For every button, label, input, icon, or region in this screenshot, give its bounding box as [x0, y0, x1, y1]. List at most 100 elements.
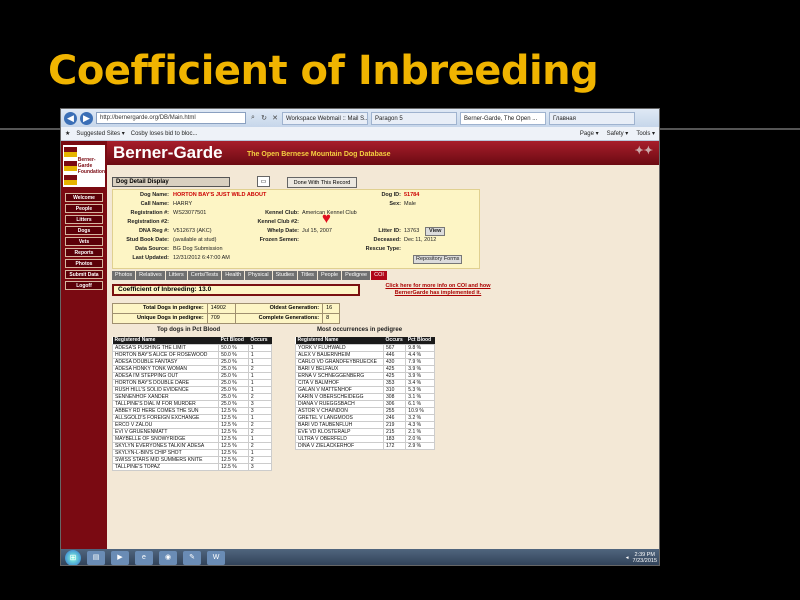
slide-title: Coefficient of Inbreeding [48, 48, 599, 94]
table-row: YORK V FLUHWALD 567 9.8 % [294, 344, 435, 352]
pdf-icon[interactable]: ✎ [183, 551, 201, 565]
favorite-link[interactable]: Cosby loses bid to bloc... [131, 131, 198, 137]
search-icon[interactable]: ⌕ [249, 114, 257, 122]
data-source-value: BG Dog Submission [173, 246, 223, 252]
dog-id-value: 51784 [404, 192, 420, 198]
coi-box: Coefficient of Inbreeding: 13.0 [112, 284, 360, 296]
table-row: ADESA HONKY TONK WOMAN 25.0 % 2 [111, 365, 273, 373]
site-header: Berner-Garde The Open Bernese Mountain D… [107, 141, 659, 165]
tab-litters[interactable]: Litters [165, 271, 187, 280]
clock[interactable]: 2:39 PM 7/23/2015 [633, 552, 657, 564]
top-dogs-table: Registered Name Pct Blood Occurs ADESA'S… [111, 337, 273, 471]
table-row: ASTOR V CHAINDON 255 10.9 % [294, 407, 435, 415]
coi-info-link[interactable]: Click here for more info on COI and how … [373, 283, 503, 297]
call-name-value: HARRY [173, 201, 193, 207]
tab-studies[interactable]: Studies [272, 271, 297, 280]
nav-welcome[interactable]: Welcome [65, 193, 103, 202]
back-arrow-icon[interactable]: ◀ [64, 111, 77, 125]
browser-tab-2[interactable]: Paragon 5 [371, 111, 457, 125]
favorite-suggested-sites[interactable]: Suggested Sites ▾ [76, 130, 124, 137]
nav-logoff[interactable]: Logoff [65, 281, 103, 290]
app-icon[interactable]: ◉ [159, 551, 177, 565]
tab-health[interactable]: Health [222, 271, 245, 280]
site-brand: Berner-Garde [113, 143, 223, 162]
nav-dogs[interactable]: Dogs [65, 226, 103, 235]
media-player-icon[interactable]: ▶ [111, 551, 129, 565]
table-row: MAYBELLE OF SNOWYRIDGE 12.5 % 1 [111, 435, 273, 443]
table-row: TALLPINE'S DIAL M FOR MURDER 25.0 % 3 [111, 400, 273, 408]
table-row: GALAN V MATTENHOF 310 5.3 % [294, 386, 435, 394]
tools-menu[interactable]: Tools ▾ [636, 130, 655, 137]
refresh-icon[interactable]: ↻ [260, 114, 268, 122]
done-with-record-button[interactable]: Done With This Record [287, 177, 357, 188]
web-page: Berner- Garde Foundation Welcome People … [61, 141, 659, 549]
volume-icon[interactable]: ◂ [626, 555, 629, 561]
table-row: ADESA I'M STEPPING OUT 25.0 % 1 [111, 372, 273, 380]
tab-titles[interactable]: Titles [298, 271, 317, 280]
dna-value: V512673 (AKC) [173, 228, 212, 234]
table-row: ALEX V BAUERNHEIM 446 4.4 % [294, 351, 435, 359]
oldest-generation-value: 16 [322, 303, 340, 314]
coi-label: Coefficient of Inbreeding: [118, 286, 197, 293]
table-row: ADESA'S PUSHING THE LIMIT 50.0 % 1 [111, 344, 273, 352]
windows-taskbar: ⊞ ▤ ▶ e ◉ ✎ W ◂ 2:39 PM 7/23/2015 [61, 549, 659, 565]
browser-nav-bar: ◀ ▶ http://bernergarde.org/DB/Main.html … [61, 109, 659, 127]
unique-dogs-value: 709 [206, 313, 237, 324]
tab-certs-tests[interactable]: Certs/Tests [187, 271, 222, 280]
table-row: CARLO VD GRANDFEYBRUECKE 430 7.9 % [294, 358, 435, 366]
table-row: EVE VD KLOSTERALP 215 2.1 % [294, 428, 435, 436]
foundation-logo: Berner- Garde Foundation [63, 145, 105, 187]
registration-value: WS23077501 [173, 210, 207, 216]
whelp-date-value: Jul 15, 2007 [302, 228, 332, 234]
dog-detail-display-label: Dog Detail Display [112, 177, 230, 187]
forward-arrow-icon[interactable]: ▶ [80, 111, 93, 125]
tab-photos[interactable]: Photos [112, 271, 136, 280]
browser-screenshot: ◀ ▶ http://bernergarde.org/DB/Main.html … [60, 108, 660, 566]
complete-generations-value: 8 [322, 313, 340, 324]
dog-logo-icon [64, 147, 77, 185]
stats-row: Total Dogs in pedigree: 14902 Oldest Gen… [112, 303, 340, 314]
browser-tab-4[interactable]: Главная [549, 111, 635, 125]
table-row: DIANA V RUEGGSBACH 306 6.1 % [294, 400, 435, 408]
tab-pedigree[interactable]: Pedigree [342, 271, 371, 280]
windows-start-icon[interactable]: ⊞ [65, 550, 81, 565]
heart-icon: ♥ [322, 210, 331, 227]
table-row: BARI VD TAUBENFLUH 219 4.3 % [294, 421, 435, 429]
nav-photos[interactable]: Photos [65, 259, 103, 268]
deceased-value: Dec 11, 2012 [404, 237, 437, 243]
nav-people[interactable]: People [65, 204, 103, 213]
sex-value: Male [404, 201, 416, 207]
nav-litters[interactable]: Litters [65, 215, 103, 224]
tab-relatives[interactable]: Relatives [136, 271, 165, 280]
print-icon[interactable]: ▭ [257, 176, 270, 187]
sidebar-nav: Welcome People Litters Dogs Vets Reports… [65, 193, 103, 292]
address-bar[interactable]: http://bernergarde.org/DB/Main.html [96, 112, 246, 124]
nav-reports[interactable]: Reports [65, 248, 103, 257]
table-row: CITA V BALMHOF 353 3.4 % [294, 379, 435, 387]
table-row: HORTON BAY'S DOUBLE DARE 25.0 % 1 [111, 379, 273, 387]
safety-menu[interactable]: Safety ▾ [607, 130, 629, 137]
browser-tab-1[interactable]: Workspace Webmail :: Mail S... [282, 111, 368, 125]
tab-coi[interactable]: COI [371, 271, 387, 280]
browser-tab-3[interactable]: Berner-Garde, The Open ... [460, 111, 546, 125]
tab-physical[interactable]: Physical [245, 271, 272, 280]
table-row: BARI V BELFAUX 425 3.9 % [294, 365, 435, 373]
tab-people[interactable]: People [317, 271, 342, 280]
nav-submit-data[interactable]: Submit Data [65, 270, 103, 279]
repository-forms-button[interactable]: Repository Forms [413, 255, 463, 264]
nav-vets[interactable]: Vets [65, 237, 103, 246]
sidebar: Berner- Garde Foundation Welcome People … [61, 141, 107, 549]
coi-value: 13.0 [198, 286, 212, 293]
table-row: ADESA DOUBLE FANTASY 25.0 % 1 [111, 358, 273, 366]
view-litter-button[interactable]: View [425, 227, 446, 236]
table-row: SKYLYN-L-BIN'S CHIP SHOT 12.5 % 1 [111, 449, 273, 457]
table-row: SWISS STARS MID SUMMERS KNITE 12.5 % 2 [111, 456, 273, 464]
system-tray: ◂ 2:39 PM 7/23/2015 [626, 552, 659, 564]
word-icon[interactable]: W [207, 551, 225, 565]
internet-explorer-icon[interactable]: e [135, 551, 153, 565]
file-explorer-icon[interactable]: ▤ [87, 551, 105, 565]
close-icon[interactable]: ✕ [271, 114, 279, 122]
page-menu[interactable]: Page ▾ [580, 130, 599, 137]
star-icon[interactable]: ★ [65, 130, 70, 137]
detail-tabs: Photos Relatives Litters Certs/Tests Hea… [112, 271, 480, 280]
